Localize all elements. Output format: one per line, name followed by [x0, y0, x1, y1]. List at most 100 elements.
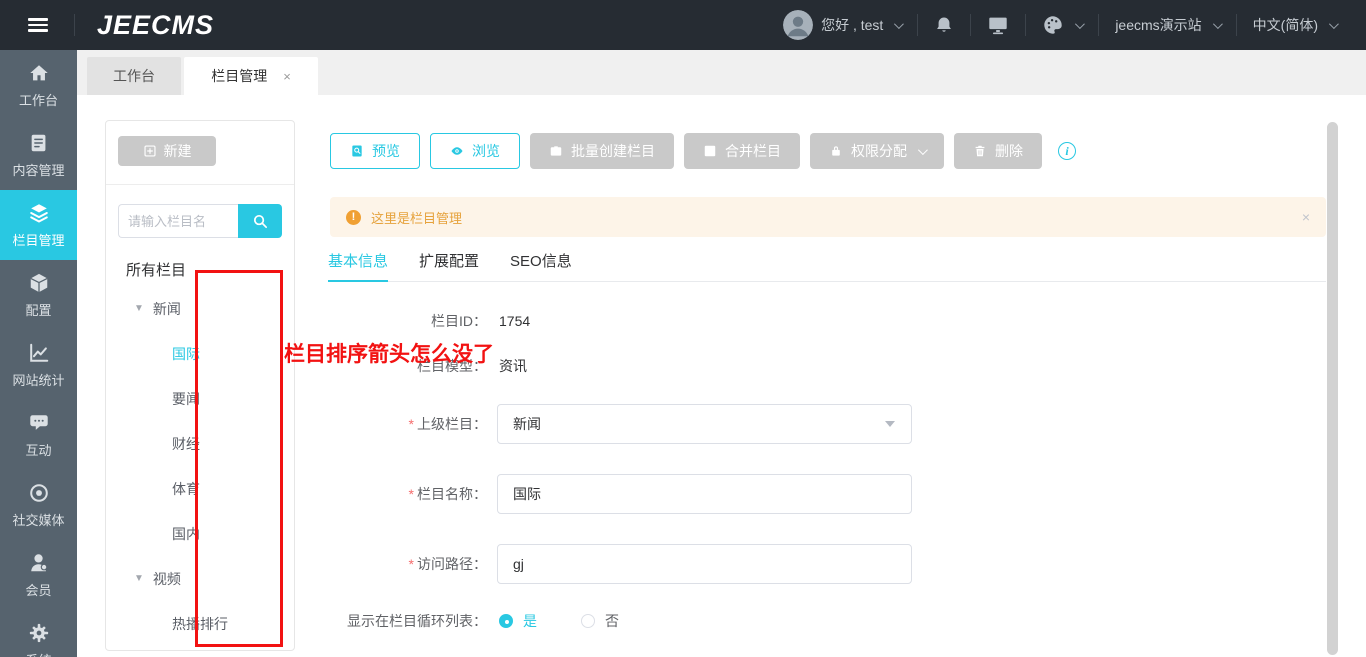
close-icon[interactable]: × [283, 70, 291, 83]
topbar: JEECMS 您好 , test jeecms演示站 中文(简体) [0, 0, 1366, 50]
tree-node-hot-ranking[interactable]: 热播排行 [106, 601, 294, 646]
close-icon[interactable]: × [1302, 209, 1310, 225]
search-icon [253, 214, 267, 228]
eye-icon [451, 147, 463, 155]
search-button[interactable] [238, 204, 282, 238]
tree-node-domestic[interactable]: 国内 [106, 511, 294, 556]
alert-text: 这里是栏目管理 [371, 210, 463, 226]
info-icon[interactable]: i [1058, 142, 1076, 160]
topbar-divider [74, 14, 75, 36]
form-row-parent: * 上级栏目： 新闻 [330, 404, 912, 444]
topbar-divider [1025, 14, 1027, 36]
parent-column-select[interactable]: 新闻 [497, 404, 912, 444]
chevron-down-icon [1075, 18, 1086, 29]
site-selector[interactable]: jeecms演示站 [1115, 15, 1223, 35]
panel-header: 新建 [106, 121, 294, 185]
sidebar-item-stats[interactable]: 网站统计 [0, 330, 77, 400]
chevron-down-icon [1212, 18, 1223, 29]
radio-yes[interactable]: 是 [499, 611, 537, 631]
chevron-down-icon [917, 144, 928, 155]
gear-icon [29, 623, 48, 642]
monitor-icon [989, 17, 1008, 35]
app-logo: JEECMS [97, 9, 215, 40]
preview-button[interactable]: 预览 [330, 133, 420, 169]
delete-button[interactable]: 删除 [954, 133, 1042, 169]
tree-node-finance[interactable]: 财经 [106, 421, 294, 466]
merge-columns-button[interactable]: 合并栏目 [684, 133, 800, 169]
radio-unchecked-icon [581, 614, 595, 628]
sidebar-item-columns[interactable]: 栏目管理 [0, 190, 77, 260]
caret-down-icon[interactable]: ▼ [134, 573, 144, 584]
preview-doc-icon [352, 145, 362, 157]
tree-node-international[interactable]: 国际 [106, 331, 294, 376]
tab-extended-config[interactable]: 扩展配置 [419, 251, 479, 282]
cube-icon [29, 273, 48, 292]
sidebar-item-interaction[interactable]: 互动 [0, 400, 77, 470]
required-star: * [408, 486, 414, 502]
jeecms-admin-page: JEECMS 您好 , test jeecms演示站 中文(简体) 工作台 内容… [0, 0, 1366, 657]
access-path-input[interactable] [497, 544, 912, 584]
theme-menu[interactable] [1042, 14, 1086, 36]
caret-down-icon[interactable]: ▼ [134, 303, 144, 314]
toolbar: 预览 浏览 批量创建栏目 合并栏目 权限分配 删除 i [330, 133, 1076, 169]
avatar [783, 10, 814, 40]
info-alert: ! 这里是栏目管理 × [330, 197, 1326, 237]
site-monitor-button[interactable] [987, 14, 1009, 36]
warning-icon: ! [346, 209, 361, 225]
form-tabs: 基本信息 扩展配置 SEO信息 [328, 251, 1326, 282]
member-icon [30, 553, 47, 571]
chevron-down-icon [1328, 18, 1339, 29]
topbar-divider [1098, 14, 1100, 36]
tab-workbench[interactable]: 工作台 [87, 57, 181, 95]
user-menu[interactable]: 您好 , test [783, 10, 905, 40]
tree-node-headlines[interactable]: 要闻 [106, 376, 294, 421]
form-row-loop-list: 显示在栏目循环列表： 是 否 [347, 611, 619, 631]
tab-strip: 工作台 栏目管理 × [77, 50, 1366, 95]
required-star: * [408, 556, 414, 572]
required-star: * [408, 416, 414, 432]
trash-icon [975, 145, 985, 157]
browse-button[interactable]: 浏览 [430, 133, 520, 169]
tree-root-label[interactable]: 所有栏目 [126, 259, 294, 280]
notifications-button[interactable] [934, 15, 954, 35]
tree-node-video[interactable]: ▼ 视频 [106, 556, 294, 601]
sidebar-item-workbench[interactable]: 工作台 [0, 50, 77, 120]
language-selector[interactable]: 中文(简体) [1253, 15, 1339, 35]
tab-basic-info[interactable]: 基本信息 [328, 251, 389, 282]
new-column-button[interactable]: 新建 [118, 136, 216, 166]
radio-no[interactable]: 否 [581, 611, 619, 631]
column-name-input[interactable] [497, 474, 912, 514]
merge-icon [704, 145, 716, 157]
column-tree-panel: 新建 所有栏目 ▼ 新闻 国际 要闻 财经 体育 国内 ▼ 视频 热播排行 [105, 120, 295, 651]
palette-icon [1044, 16, 1063, 34]
tab-seo-info[interactable]: SEO信息 [510, 251, 572, 282]
sidebar-item-social[interactable]: 社交媒体 [0, 470, 77, 540]
column-model-value: 资讯 [499, 358, 527, 374]
form-row-path: * 访问路径： [330, 544, 912, 584]
topbar-divider [917, 14, 919, 36]
topbar-divider [1235, 14, 1237, 36]
annotation-text: 栏目排序箭头怎么没了 [284, 343, 494, 366]
tree-node-news[interactable]: ▼ 新闻 [106, 286, 294, 331]
permission-assign-button[interactable]: 权限分配 [810, 133, 944, 169]
sidebar-item-members[interactable]: 会员 [0, 540, 77, 610]
caret-down-icon [885, 421, 895, 427]
lock-icon [832, 146, 840, 156]
vertical-scrollbar[interactable] [1327, 122, 1338, 655]
sidebar-item-content[interactable]: 内容管理 [0, 120, 77, 190]
plus-square-icon [143, 145, 156, 157]
user-greeting: 您好 , test [821, 17, 884, 33]
tab-column-management[interactable]: 栏目管理 × [184, 57, 318, 95]
site-name: jeecms演示站 [1115, 17, 1202, 33]
column-tree: ▼ 新闻 国际 要闻 财经 体育 国内 ▼ 视频 热播排行 [106, 286, 294, 646]
sidebar-item-config[interactable]: 配置 [0, 260, 77, 330]
topbar-divider [970, 14, 972, 36]
layers-icon [29, 203, 48, 223]
sidebar-item-system[interactable]: 系统 [0, 610, 77, 657]
column-search-input[interactable] [118, 204, 238, 238]
batch-create-button[interactable]: 批量创建栏目 [530, 133, 674, 169]
hamburger-menu-icon[interactable] [28, 15, 48, 35]
radio-checked-icon [499, 614, 513, 628]
tree-node-sports[interactable]: 体育 [106, 466, 294, 511]
briefcase-plus-icon [550, 146, 562, 156]
